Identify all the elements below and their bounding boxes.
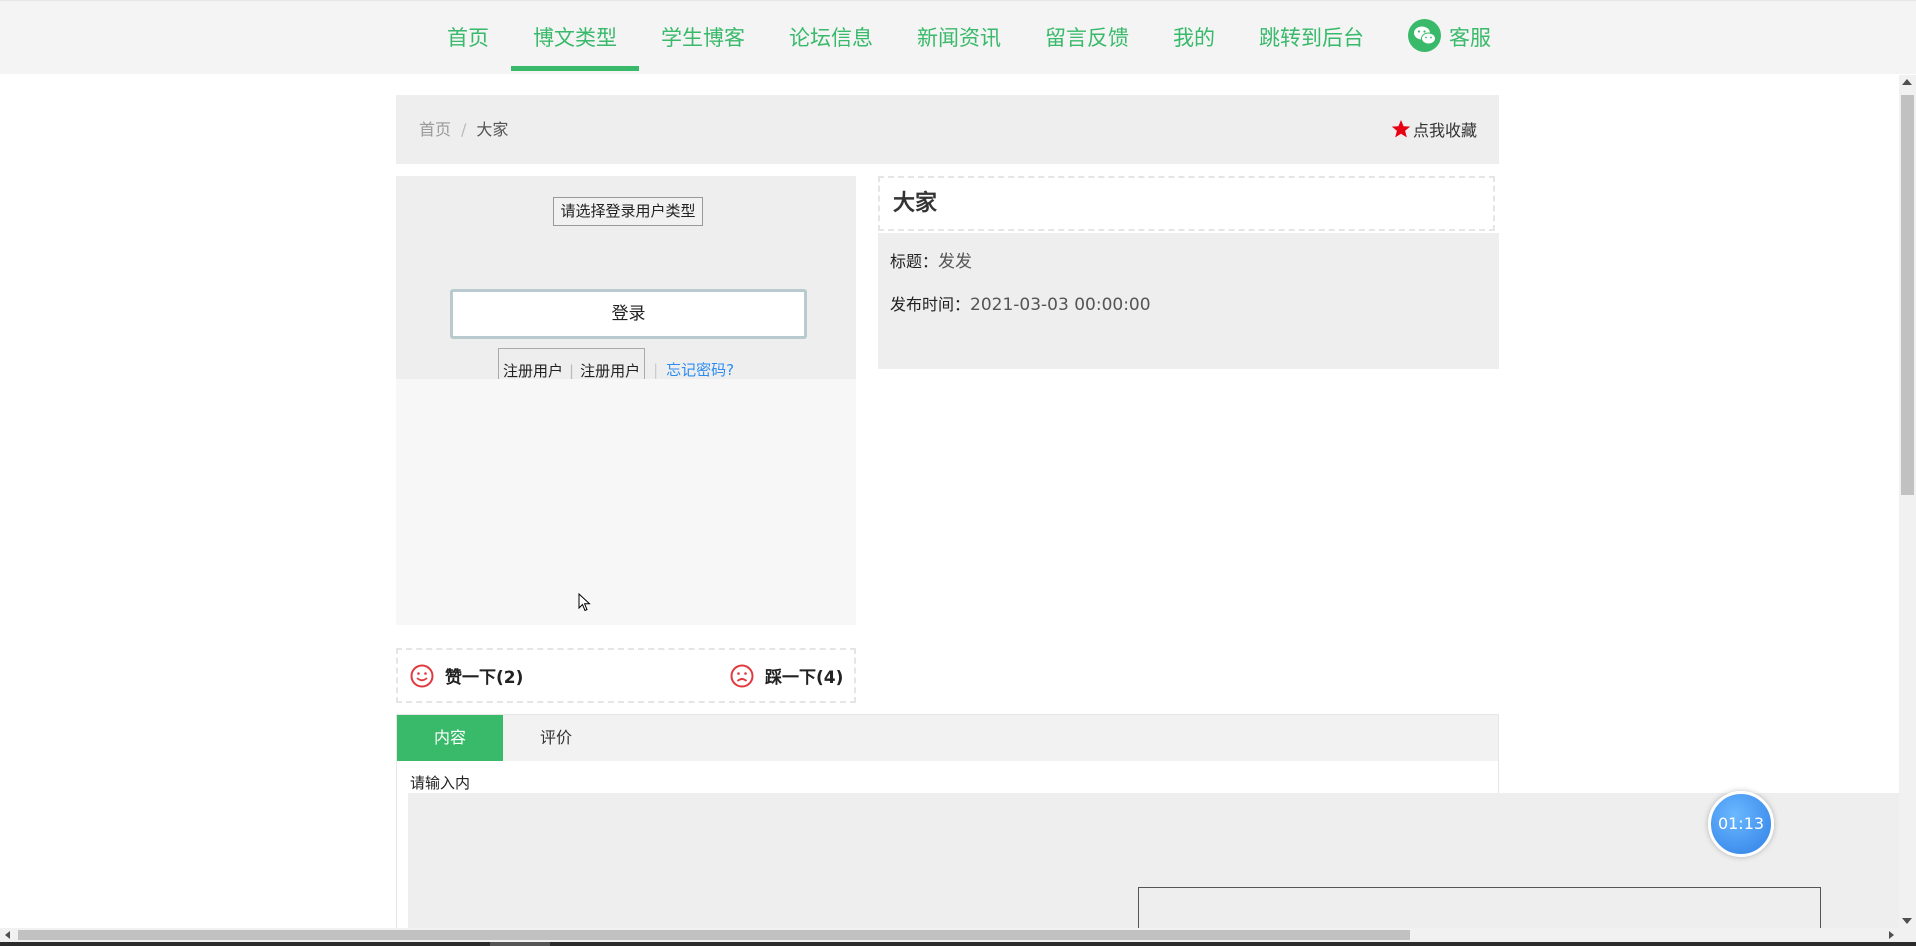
nav-customer-service[interactable]: 客服 bbox=[1386, 1, 1513, 74]
post-info: 标题：发发 发布时间：2021-03-03 00:00:00 bbox=[878, 233, 1499, 369]
post-title-box: 大家 bbox=[878, 176, 1495, 231]
divider: | bbox=[569, 362, 575, 379]
tab-reviews[interactable]: 评价 bbox=[503, 715, 609, 761]
breadcrumb-home[interactable]: 首页 bbox=[419, 120, 451, 139]
login-button[interactable]: 登录 bbox=[450, 289, 807, 339]
frown-icon bbox=[730, 664, 754, 687]
customer-service-label: 客服 bbox=[1449, 26, 1491, 50]
time-label: 发布时间： bbox=[890, 295, 971, 314]
mouse-cursor-icon bbox=[578, 593, 591, 612]
register-links: 注册用户 | 注册用户 | 忘记密码? bbox=[498, 348, 734, 379]
breadcrumb-bar: 首页 / 大家 点我收藏 bbox=[396, 95, 1499, 164]
dislike-label: 踩一下(4) bbox=[765, 668, 844, 688]
scrollbar-thumb[interactable] bbox=[1901, 95, 1914, 495]
divider: | bbox=[653, 361, 659, 379]
register-link[interactable]: 注册用户 bbox=[503, 349, 563, 379]
nav-admin[interactable]: 跳转到后台 bbox=[1237, 1, 1386, 74]
like-label: 赞一下(2) bbox=[445, 668, 524, 688]
smile-icon bbox=[410, 664, 434, 687]
tab-bar: 内容 评价 bbox=[397, 715, 1498, 761]
post-subject: 标题：发发 bbox=[890, 247, 972, 272]
nav-student-blogs[interactable]: 学生博客 bbox=[639, 1, 767, 74]
forgot-password-label: 忘记密码? bbox=[666, 361, 735, 379]
nav-news[interactable]: 新闻资讯 bbox=[895, 1, 1023, 74]
main-nav: 首页 博文类型 学生博客 论坛信息 新闻资讯 留言反馈 我的 跳转到后台 客服 bbox=[425, 1, 1513, 74]
nav-mine[interactable]: 我的 bbox=[1151, 1, 1237, 74]
user-type-select[interactable]: 请选择登录用户类型 bbox=[553, 197, 703, 226]
favorite-label: 点我收藏 bbox=[1412, 121, 1477, 140]
nav-feedback[interactable]: 留言反馈 bbox=[1023, 1, 1151, 74]
breadcrumb: 首页 / 大家 bbox=[419, 95, 508, 164]
content-text: 请输入内 bbox=[410, 774, 471, 792]
breadcrumb-current: 大家 bbox=[476, 120, 509, 139]
tab-content[interactable]: 内容 bbox=[397, 715, 503, 761]
timer-badge[interactable]: 01:13 bbox=[1708, 791, 1774, 857]
post-title: 大家 bbox=[893, 191, 938, 216]
forgot-password-link[interactable]: | 忘记密码? bbox=[653, 348, 734, 379]
scroll-up-arrow-icon[interactable] bbox=[1902, 79, 1912, 85]
time-value: 2021-03-03 00:00:00 bbox=[970, 295, 1151, 315]
like-button[interactable]: 赞一下(2) bbox=[410, 663, 523, 688]
nav-home[interactable]: 首页 bbox=[425, 1, 511, 74]
breadcrumb-separator: / bbox=[461, 120, 467, 139]
login-panel-lower bbox=[396, 379, 856, 625]
scroll-right-arrow-icon[interactable] bbox=[1889, 931, 1894, 939]
vote-box: 赞一下(2) 踩一下(4) bbox=[396, 648, 856, 703]
vertical-scrollbar[interactable] bbox=[1899, 75, 1916, 928]
wechat-icon bbox=[1408, 18, 1441, 52]
register-box: 注册用户 | 注册用户 bbox=[498, 348, 646, 379]
star-icon bbox=[1391, 120, 1411, 138]
top-navigation-bar: 首页 博文类型 学生博客 论坛信息 新闻资讯 留言反馈 我的 跳转到后台 客服 bbox=[0, 0, 1916, 74]
scrollbar-thumb[interactable] bbox=[18, 930, 1410, 940]
post-time: 发布时间：2021-03-03 00:00:00 bbox=[890, 291, 1151, 315]
taskbar-segment bbox=[490, 942, 550, 946]
horizontal-scrollbar[interactable] bbox=[0, 928, 1916, 942]
nav-post-types[interactable]: 博文类型 bbox=[511, 1, 639, 74]
scroll-left-arrow-icon[interactable] bbox=[5, 931, 10, 939]
overlay-frame bbox=[1138, 887, 1821, 929]
register-link[interactable]: 注册用户 bbox=[580, 349, 640, 379]
dislike-button[interactable]: 踩一下(4) bbox=[730, 663, 843, 688]
subject-label: 标题： bbox=[890, 252, 939, 271]
scroll-down-arrow-icon[interactable] bbox=[1902, 918, 1912, 924]
taskbar-strip bbox=[0, 942, 1916, 946]
nav-forum[interactable]: 论坛信息 bbox=[767, 1, 895, 74]
subject-value: 发发 bbox=[938, 252, 973, 272]
login-panel: 请选择登录用户类型 登录 注册用户 | 注册用户 | 忘记密码? bbox=[396, 176, 856, 379]
favorite-button[interactable]: 点我收藏 bbox=[1391, 117, 1477, 141]
